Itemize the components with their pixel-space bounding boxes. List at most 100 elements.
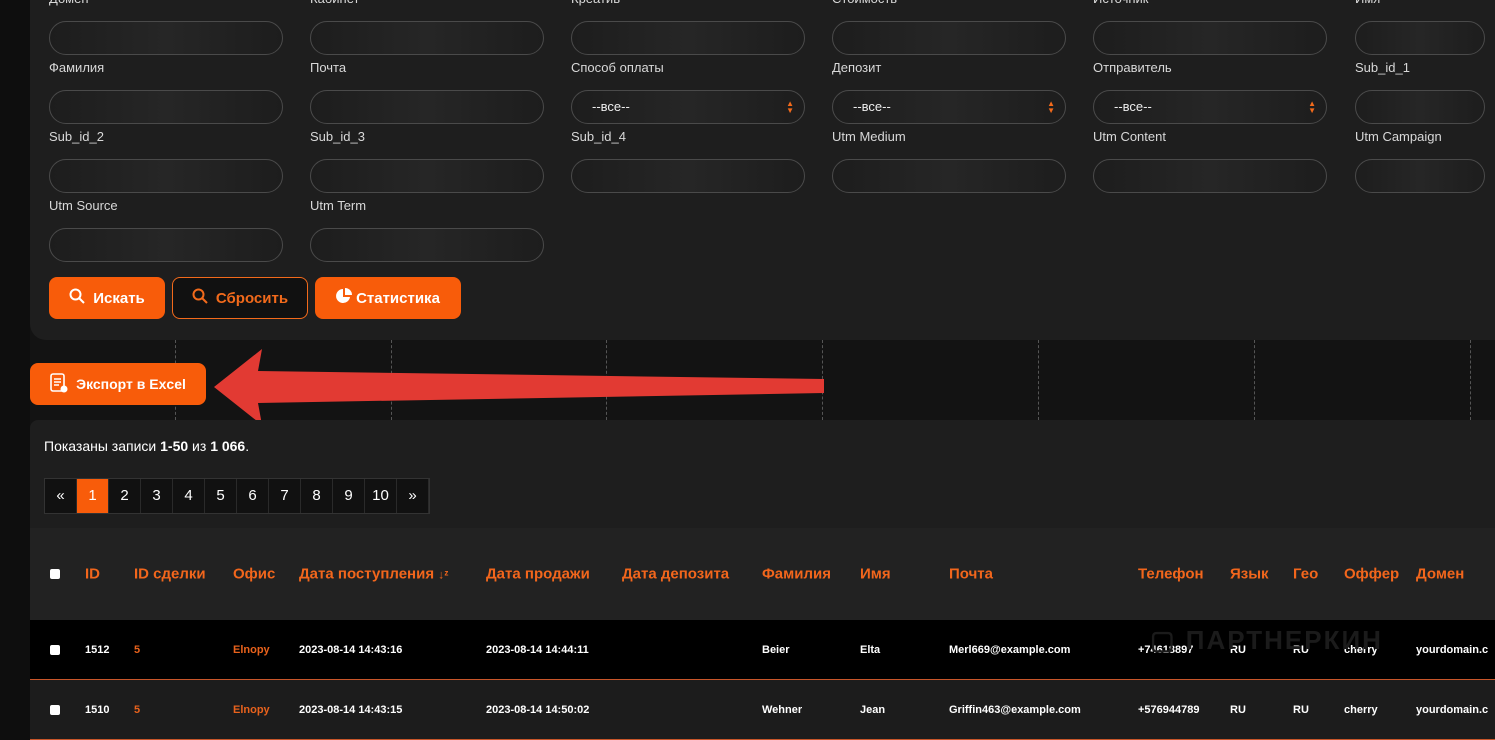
filter-field: Отправитель --все-- ▲ ▼	[1093, 60, 1327, 124]
column-header[interactable]: Оффер	[1344, 566, 1399, 583]
grid-divider	[391, 340, 392, 420]
table-cell: yourdomain.c	[1416, 643, 1489, 656]
column-header[interactable]: Дата продажи	[486, 566, 590, 583]
filter-label: Sub_id_3	[310, 129, 365, 144]
grid-divider	[822, 340, 823, 420]
filter-field: Utm Medium	[832, 129, 1066, 193]
filter-field: Sub_id_2	[49, 129, 283, 193]
filter-field: Sub_id_1	[1355, 60, 1485, 124]
filter-input[interactable]	[49, 228, 283, 262]
export-excel-button[interactable]: Экспорт в Excel	[30, 363, 206, 405]
column-header[interactable]: Домен	[1416, 566, 1464, 583]
filter-field: Стоимость	[832, 0, 1066, 55]
filter-label: Стоимость	[832, 0, 1066, 9]
filter-input[interactable]	[571, 159, 805, 193]
filter-input[interactable]	[49, 159, 283, 193]
table-cell[interactable]: 1512	[85, 644, 109, 656]
page-link[interactable]: 9	[333, 479, 365, 513]
column-header[interactable]: Язык	[1230, 566, 1269, 583]
page-prev[interactable]: «	[45, 479, 77, 513]
table-row: 1510 5 Elnopy 2023-08-14 14:43:15 2023-08-14…	[30, 680, 1495, 740]
statistics-button[interactable]: Статистика	[315, 277, 461, 319]
column-header[interactable]: Имя	[860, 566, 891, 583]
filter-input[interactable]	[49, 90, 283, 124]
filter-label: Способ оплаты	[571, 60, 664, 75]
filter-input[interactable]	[832, 159, 1066, 193]
filter-input[interactable]	[1355, 159, 1485, 193]
page-link[interactable]: 10	[365, 479, 397, 513]
filter-field: Способ оплаты --все-- ▲ ▼	[571, 60, 805, 124]
filter-input[interactable]	[571, 21, 805, 55]
filter-select[interactable]: --все-- ▲ ▼	[1093, 90, 1327, 124]
table-cell: yourdomain.c	[1416, 703, 1489, 716]
filter-label: Имя	[1355, 0, 1485, 9]
table-cell: +576944789	[1138, 703, 1200, 716]
filter-input[interactable]	[1355, 90, 1485, 124]
table-cell[interactable]: Elnopy	[233, 644, 270, 656]
column-header[interactable]: Телефон	[1138, 566, 1204, 583]
filter-label: Источник	[1093, 0, 1327, 9]
column-header[interactable]: Фамилия	[762, 566, 831, 583]
filter-label: Utm Campaign	[1355, 129, 1442, 144]
table-cell[interactable]: 1510	[85, 704, 109, 716]
row-checkbox[interactable]	[50, 644, 60, 655]
export-label: Экспорт в Excel	[76, 376, 186, 392]
table-cell[interactable]: Elnopy	[233, 704, 270, 716]
filter-input[interactable]	[1093, 159, 1327, 193]
select-all-checkbox[interactable]	[50, 569, 60, 579]
search-button[interactable]: Искать	[49, 277, 165, 319]
grid-divider	[1254, 340, 1255, 420]
column-header[interactable]: Дата депозита	[622, 566, 729, 583]
filter-field: Креатив	[571, 0, 805, 55]
page-link[interactable]: 8	[301, 479, 333, 513]
filter-input[interactable]	[310, 159, 544, 193]
sort-arrows-icon: ▲ ▼	[1308, 99, 1316, 115]
filter-field: Кабинет	[310, 0, 544, 55]
filter-select[interactable]: --все-- ▲ ▼	[571, 90, 805, 124]
grid-divider	[606, 340, 607, 420]
column-header[interactable]: Дата поступления ↓ᶻ	[299, 566, 449, 583]
page-link[interactable]: 6	[237, 479, 269, 513]
filter-field: Депозит --все-- ▲ ▼	[832, 60, 1066, 124]
select-value: --все--	[592, 99, 630, 114]
records-summary: Показаны записи 1-50 из 1 066.	[44, 438, 250, 454]
select-value: --все--	[853, 99, 891, 114]
filter-input[interactable]	[310, 21, 544, 55]
column-header[interactable]: Почта	[949, 566, 993, 583]
search-icon	[69, 288, 85, 308]
page-link[interactable]: 4	[173, 479, 205, 513]
page-link[interactable]: 5	[205, 479, 237, 513]
filter-input[interactable]	[310, 90, 544, 124]
row-checkbox[interactable]	[50, 704, 60, 715]
column-header[interactable]: ID	[85, 566, 100, 583]
page-link[interactable]: 1	[77, 479, 109, 513]
page-link[interactable]: 2	[109, 479, 141, 513]
filter-label: Utm Content	[1093, 129, 1166, 144]
table-cell: 2023-08-14 14:43:15	[299, 703, 403, 716]
table-cell[interactable]: 5	[134, 704, 140, 716]
filter-select[interactable]: --все-- ▲ ▼	[832, 90, 1066, 124]
filter-field: Домен	[49, 0, 283, 55]
page-link[interactable]: 7	[269, 479, 301, 513]
reset-button[interactable]: Сбросить	[172, 277, 308, 319]
filter-label: Utm Term	[310, 198, 367, 213]
filter-input[interactable]	[832, 21, 1066, 55]
filter-label: Креатив	[571, 0, 805, 9]
filter-label: Домен	[49, 0, 283, 9]
statistics-label: Статистика	[356, 289, 440, 307]
column-header[interactable]: Гео	[1293, 566, 1318, 583]
filter-input[interactable]	[1093, 21, 1327, 55]
filter-field: Имя	[1355, 0, 1485, 55]
column-header[interactable]: Офис	[233, 566, 275, 583]
page-next[interactable]: »	[397, 479, 429, 513]
column-header[interactable]: ID сделки	[134, 566, 206, 583]
filter-label: Отправитель	[1093, 60, 1172, 75]
filter-label: Utm Medium	[832, 129, 906, 144]
grid-divider	[1470, 340, 1471, 420]
filter-input[interactable]	[1355, 21, 1485, 55]
filter-input[interactable]	[49, 21, 283, 55]
page-link[interactable]: 3	[141, 479, 173, 513]
filter-input[interactable]	[310, 228, 544, 262]
table-cell[interactable]: 5	[134, 644, 140, 656]
filter-label: Фамилия	[49, 60, 105, 75]
